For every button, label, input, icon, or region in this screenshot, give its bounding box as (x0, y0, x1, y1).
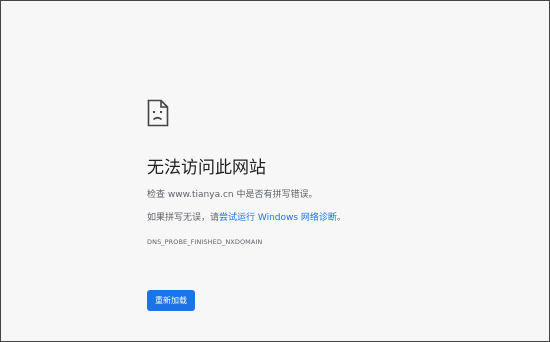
domain-name: www.tianya.cn (167, 190, 234, 200)
browser-window: 无法访问此网站 检查 www.tianya.cn 中是否有拼写错误。 如果拼写无… (0, 0, 550, 342)
check-suffix: 中是否有拼写错误。 (233, 190, 318, 200)
suggest-suffix: 。 (336, 213, 346, 223)
diagnostics-suggestion: 如果拼写无误，请尝试运行 Windows 网络诊断。 (147, 211, 527, 225)
sad-page-icon (147, 99, 169, 127)
network-diagnostics-link[interactable]: 尝试运行 Windows 网络诊断 (219, 213, 337, 223)
check-prefix: 检查 (147, 190, 168, 200)
error-title: 无法访问此网站 (147, 158, 266, 178)
reload-button[interactable]: 重新加载 (147, 290, 195, 311)
error-page: 无法访问此网站 检查 www.tianya.cn 中是否有拼写错误。 如果拼写无… (147, 99, 527, 311)
suggest-prefix: 如果拼写无误，请 (147, 213, 220, 223)
spelling-check-text: 检查 www.tianya.cn 中是否有拼写错误。 (147, 188, 527, 202)
error-code: DNS_PROBE_FINISHED_NXDOMAIN (147, 238, 263, 246)
